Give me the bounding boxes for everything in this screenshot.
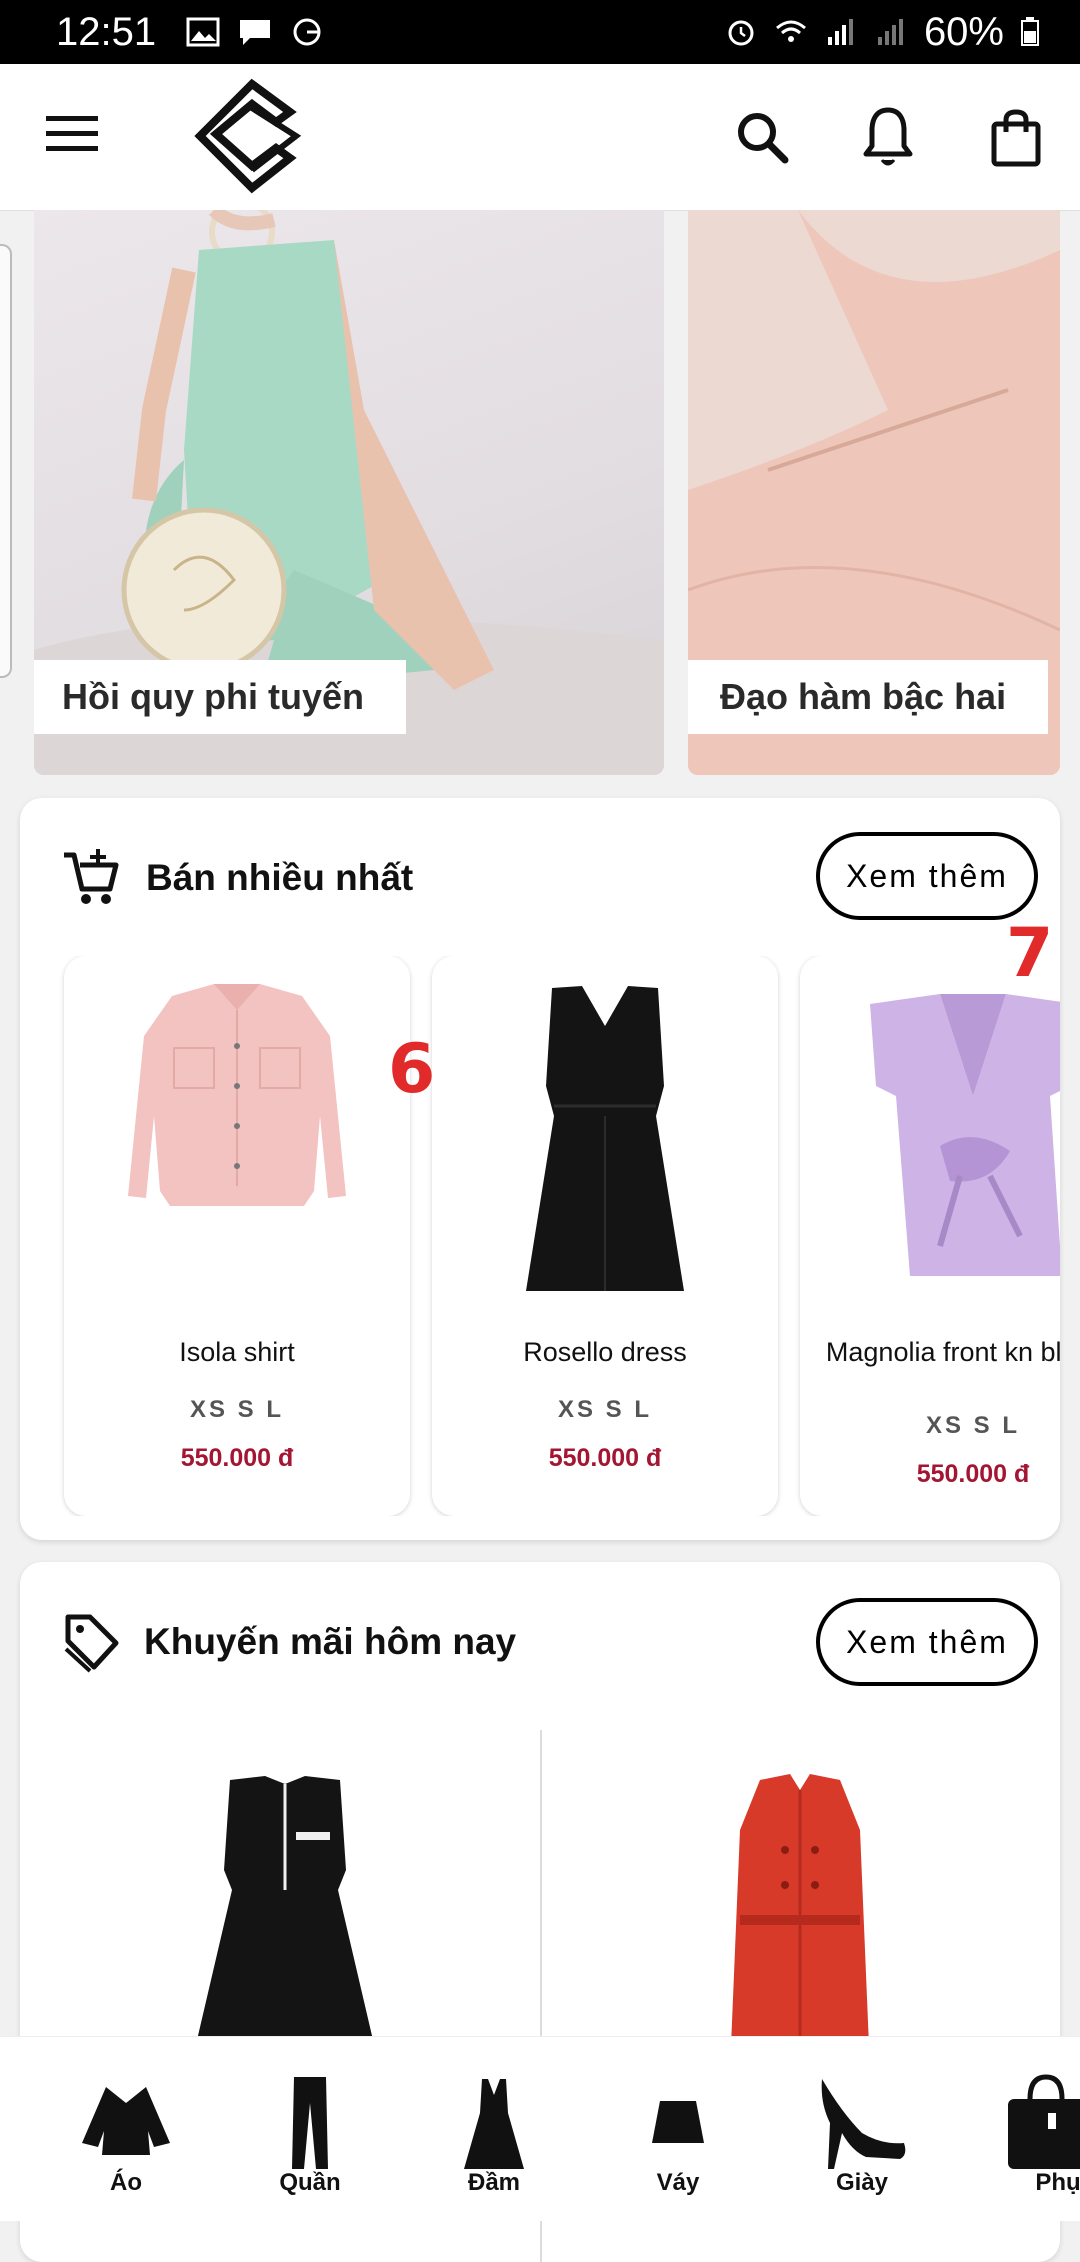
nav-item-giay[interactable]: Giày [770,2037,954,2221]
promo-product-image[interactable] [710,1770,890,2070]
see-more-button[interactable]: Xem thêm [816,832,1038,920]
section-title: Bán nhiều nhất [146,857,414,898]
signal-icon-2 [877,19,903,45]
product-card[interactable]: Magnolia front kn blouse XS S L 550.000 … [800,956,1060,1516]
dress-icon [464,2079,524,2169]
product-price: 550.000 đ [180,1444,294,1472]
bell-icon[interactable] [862,106,914,168]
battery-icon [1021,17,1039,46]
top-icon [82,2087,170,2155]
promo-product-image[interactable] [170,1770,400,2070]
product-sizes: XS S L [557,1396,653,1423]
nav-label: Áo [110,2169,142,2196]
banner-label: Đạo hàm bậc hai [688,660,1049,734]
product-name: Isola shirt [179,1337,295,1367]
annotation-marker: 6 [388,1030,436,1109]
product-carousel[interactable]: Isola shirt XS S L 550.000 đ Rosello dre… [40,956,1060,1516]
product-card[interactable]: Rosello dress XS S L 550.000 đ [432,956,778,1516]
banner-carousel[interactable]: Hồi quy phi tuyến Đạo hàm bậc hai [0,210,1080,780]
banner-card[interactable]: Đạo hàm bậc hai [688,210,1060,775]
wifi-icon [775,20,806,42]
nav-item-dam[interactable]: Đầm [402,2037,586,2221]
brand-logo[interactable] [190,78,310,196]
pants-icon [292,2077,328,2169]
handbag-body-icon [1008,2099,1080,2169]
product-image [128,984,346,1206]
section-title: Khuyến mãi hôm nay [144,1621,517,1662]
nav-label: Quần [279,2169,341,2196]
nav-label: Phụ kiệ [1035,2169,1080,2196]
category-nav: Áo Quần Đầm Váy Giày Phụ kiệ [0,2036,1080,2221]
product-image [870,994,1060,1276]
status-time: 12:51 [56,9,157,54]
nav-item-phu-kien[interactable]: Phụ kiệ [954,2037,1080,2221]
see-more-button[interactable]: Xem thêm [816,1598,1038,1686]
heel-icon [821,2079,906,2169]
product-sizes: XS S L [189,1396,285,1423]
previous-banner-peek[interactable] [0,244,12,678]
message-icon [240,20,271,45]
nav-label: Giày [835,2169,889,2196]
signal-icon [827,19,853,45]
skirt-icon [652,2101,704,2143]
product-image [526,986,684,1291]
product-card[interactable]: Isola shirt XS S L 550.000 đ [64,956,410,1516]
product-sizes: XS S L [925,1412,1021,1439]
nav-item-vay[interactable]: Váy [586,2037,770,2221]
best-sellers-section: Bán nhiều nhất Xem thêm Isola shirt XS S… [20,798,1060,1540]
battery-percent: 60% [923,9,1004,54]
nav-label: Đầm [467,2169,521,2196]
gallery-icon [186,17,220,47]
banner-card[interactable]: Hồi quy phi tuyến [34,210,664,775]
nav-item-ao[interactable]: Áo [34,2037,218,2221]
g-app-icon [293,18,321,46]
product-name: Magnolia front kn blouse [825,1337,1060,1367]
menu-icon[interactable] [46,112,98,156]
annotation-marker: 7 [1006,914,1054,993]
product-price: 550.000 đ [548,1444,662,1472]
alarm-icon [728,20,754,46]
search-icon[interactable] [735,110,789,164]
banner-label: Hồi quy phi tuyến [34,660,406,734]
status-bar: 12:51 60% [0,0,1080,64]
tag-icon [64,1614,119,1673]
product-name: Rosello dress [523,1337,687,1367]
nav-label: Váy [656,2169,700,2196]
shopping-bag-icon[interactable] [990,108,1042,168]
app-bar [0,64,1080,211]
nav-item-quan[interactable]: Quần [218,2037,402,2221]
cart-add-icon [64,849,119,904]
product-price: 550.000 đ [916,1460,1030,1488]
